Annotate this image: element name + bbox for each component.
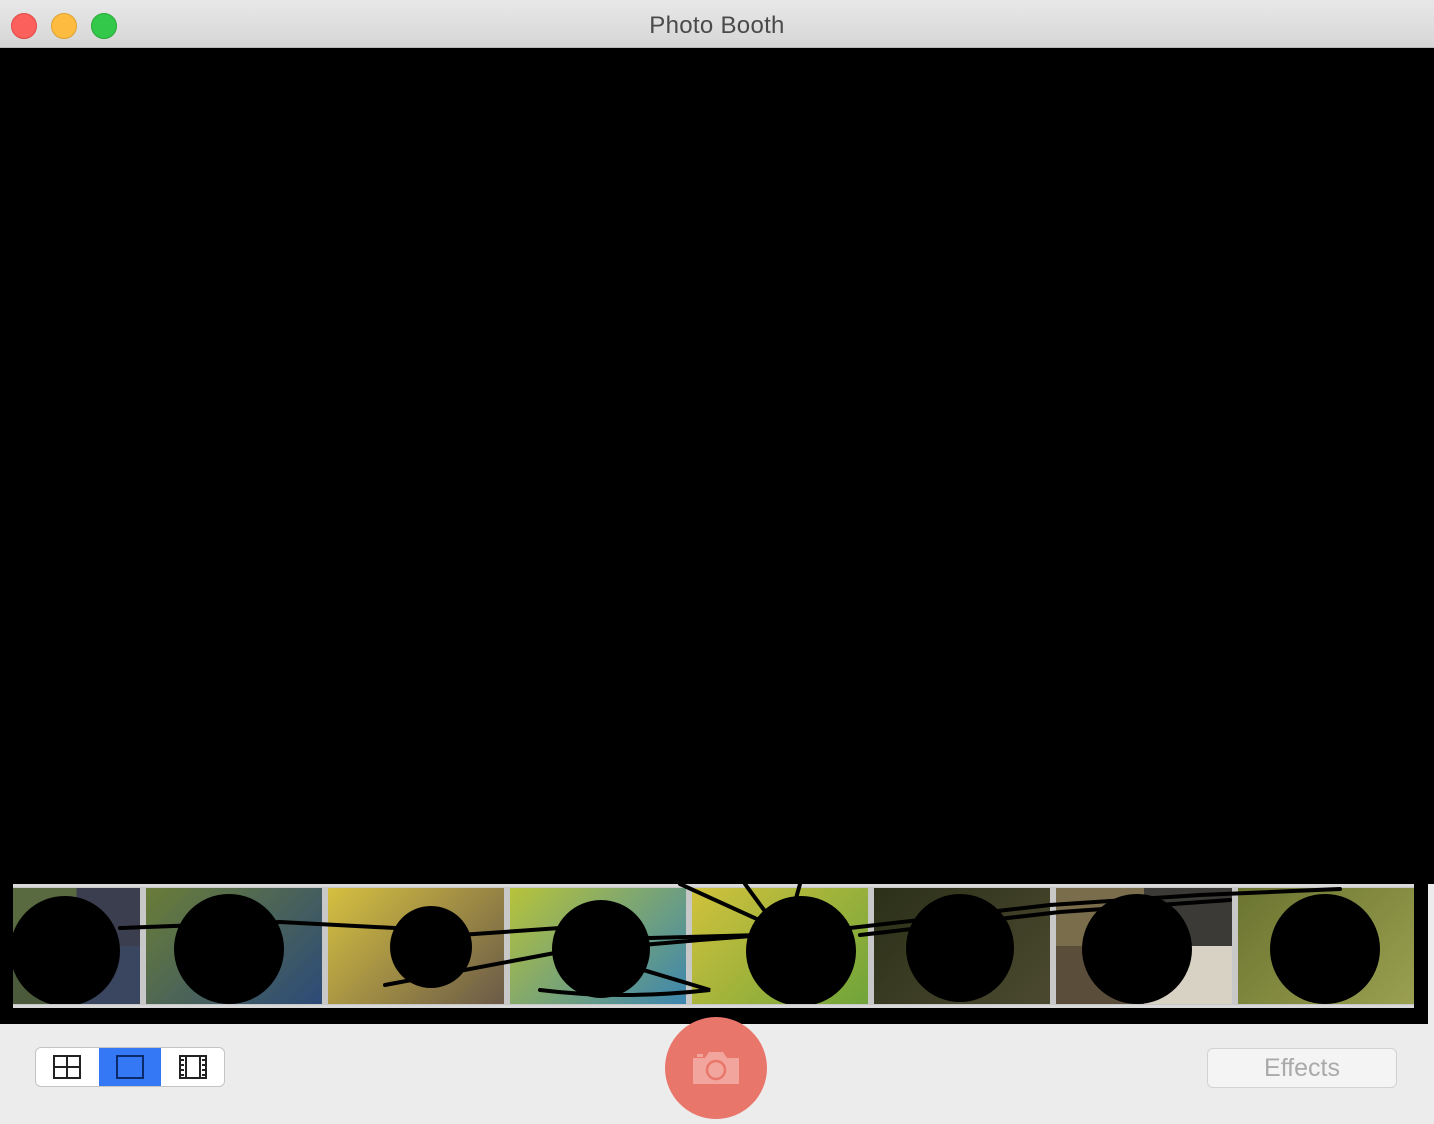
grid-four-icon — [53, 1055, 82, 1079]
single-frame-icon — [116, 1055, 144, 1079]
window-title: Photo Booth — [649, 12, 785, 39]
redaction-mark — [174, 894, 284, 1004]
thumbnail[interactable] — [1238, 888, 1414, 1004]
thumbnail[interactable] — [13, 888, 140, 1004]
redaction-mark — [13, 896, 120, 1004]
thumbnail[interactable] — [1056, 888, 1232, 1004]
redaction-mark — [906, 894, 1014, 1002]
take-photo-button[interactable] — [665, 1017, 767, 1119]
thumbnail[interactable] — [146, 888, 322, 1004]
single-view-button[interactable] — [98, 1048, 162, 1086]
camera-icon — [693, 1052, 739, 1084]
redaction-mark — [746, 896, 856, 1004]
camera-preview — [0, 48, 1434, 884]
thumbnail[interactable] — [328, 888, 504, 1004]
redaction-mark — [390, 906, 472, 988]
redaction-mark — [1082, 894, 1192, 1004]
four-up-view-button[interactable] — [36, 1048, 99, 1086]
filmstrip-icon — [178, 1055, 207, 1079]
redaction-mark — [1270, 894, 1380, 1004]
thumbnail[interactable] — [874, 888, 1050, 1004]
thumbnail[interactable] — [692, 888, 868, 1004]
redaction-mark — [552, 900, 650, 998]
filmstrip-view-button[interactable] — [161, 1048, 224, 1086]
title-bar: Photo Booth — [0, 0, 1434, 48]
thumbnail-strip[interactable] — [13, 884, 1414, 1008]
thumbnail[interactable] — [510, 888, 686, 1004]
effects-button[interactable]: Effects — [1207, 1048, 1397, 1088]
view-mode-control[interactable] — [35, 1047, 225, 1087]
